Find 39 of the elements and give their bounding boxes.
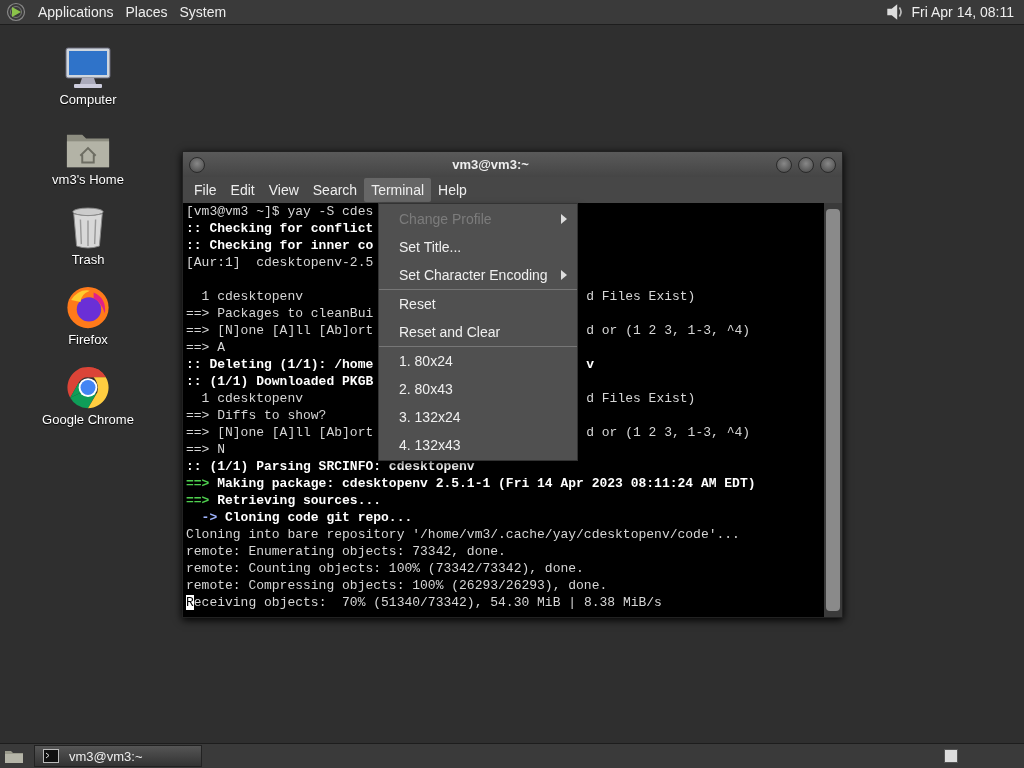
menu-item[interactable]: 1. 80x24 bbox=[379, 347, 577, 375]
panel-menu[interactable]: Applications bbox=[32, 4, 120, 20]
minimize-button[interactable] bbox=[776, 156, 792, 173]
desktop-icon-label[interactable]: vm3's Home bbox=[52, 172, 124, 187]
clock[interactable]: Fri Apr 14, 08:11 bbox=[911, 4, 1018, 20]
menu-bar-item[interactable]: Help bbox=[431, 178, 474, 202]
menu-bar-item[interactable]: File bbox=[187, 178, 224, 202]
menu-bar-item[interactable]: Search bbox=[305, 178, 365, 202]
terminal-icon bbox=[43, 749, 59, 763]
taskbar-button[interactable]: vm3@vm3:~ bbox=[34, 745, 202, 767]
menu-item[interactable]: Set Title... bbox=[379, 233, 577, 261]
close-button[interactable] bbox=[820, 156, 836, 173]
menu-item[interactable]: 2. 80x43 bbox=[379, 375, 577, 403]
panel-menu[interactable]: System bbox=[173, 4, 233, 20]
computer-icon[interactable] bbox=[64, 46, 112, 90]
menu-logo-icon[interactable] bbox=[6, 2, 26, 22]
scrollbar[interactable] bbox=[824, 203, 842, 617]
trash-icon[interactable] bbox=[69, 206, 107, 250]
window-menu-button[interactable] bbox=[189, 156, 205, 173]
desktop-icon-label[interactable]: Computer bbox=[59, 92, 117, 107]
menu-bar-item[interactable]: View bbox=[261, 178, 306, 202]
menu-item[interactable]: 4. 132x43 bbox=[379, 431, 577, 459]
menu-bar-item[interactable]: Terminal bbox=[364, 178, 432, 202]
show-desktop-icon[interactable] bbox=[4, 748, 24, 764]
desktop-icon-label[interactable]: Google Chrome bbox=[42, 412, 134, 427]
workspace-switcher[interactable] bbox=[944, 749, 958, 763]
desktop-icon-label[interactable]: Firefox bbox=[68, 332, 108, 347]
panel-menu[interactable]: Places bbox=[119, 4, 174, 20]
desktop-icon-label[interactable]: Trash bbox=[71, 252, 105, 267]
menu-item[interactable]: Reset and Clear bbox=[379, 318, 577, 346]
menu-item[interactable]: 3. 132x24 bbox=[379, 403, 577, 431]
window-title: vm3@vm3:~ bbox=[451, 157, 530, 172]
chrome-icon[interactable] bbox=[64, 365, 112, 410]
menu-item[interactable]: Reset bbox=[379, 290, 577, 318]
menu-item[interactable]: Set Character Encoding bbox=[379, 261, 577, 289]
maximize-button[interactable] bbox=[798, 156, 814, 173]
firefox-icon[interactable] bbox=[64, 285, 112, 330]
scrollbar-thumb[interactable] bbox=[826, 209, 840, 611]
menu-bar-item[interactable]: Edit bbox=[223, 178, 262, 202]
